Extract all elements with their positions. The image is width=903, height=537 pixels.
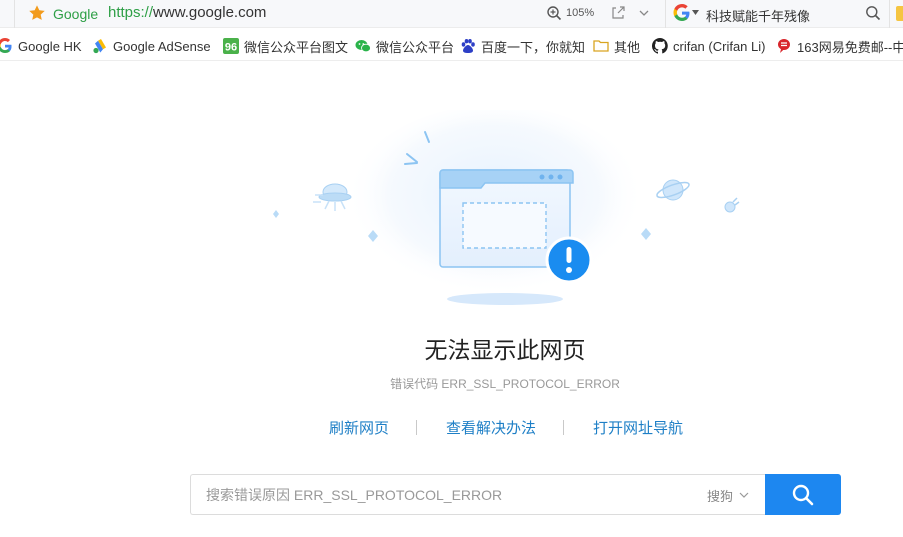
error-illustration bbox=[273, 110, 740, 305]
adsense-icon bbox=[93, 39, 106, 54]
bookmark-label: Google AdSense bbox=[113, 38, 211, 54]
alert-icon bbox=[545, 236, 593, 284]
bookmark-baidu[interactable]: 百度一下，你就知 bbox=[460, 37, 585, 55]
search-box: 搜狗 bbox=[190, 474, 766, 515]
bookmark-folder-other[interactable]: 其他 bbox=[593, 37, 640, 55]
search-icon[interactable] bbox=[865, 5, 881, 21]
folder-icon bbox=[593, 40, 609, 52]
bookmark-github-crifan[interactable]: crifan (Crifan Li) bbox=[652, 37, 765, 55]
search-engine-label: 搜狗 bbox=[707, 489, 734, 504]
divider bbox=[889, 0, 890, 28]
divider bbox=[416, 420, 417, 435]
url-host: www.google.com bbox=[153, 4, 267, 21]
divider bbox=[665, 0, 666, 28]
open-url-navigation-link[interactable]: 打开网址导航 bbox=[593, 417, 683, 438]
error-code: ERR_SSL_PROTOCOL_ERROR bbox=[441, 377, 620, 391]
sparkle-icon bbox=[273, 210, 279, 218]
bookmark-label: 163网易免费邮--中 bbox=[797, 39, 903, 55]
site-name: Google bbox=[53, 6, 99, 22]
wechat-icon bbox=[355, 40, 371, 53]
chevron-down-icon[interactable] bbox=[638, 7, 650, 19]
sparkle-icon bbox=[641, 228, 651, 240]
divider bbox=[14, 0, 15, 28]
plug-icon bbox=[724, 197, 740, 213]
planet-icon bbox=[656, 179, 690, 201]
bookmark-label: 微信公众平台图文 bbox=[244, 39, 349, 55]
zoom-level[interactable]: 105% bbox=[566, 7, 594, 19]
search-input[interactable] bbox=[206, 485, 686, 505]
share-icon[interactable] bbox=[610, 5, 626, 21]
bookmark-label: Google HK bbox=[18, 38, 82, 54]
toolbar-edge-icon[interactable] bbox=[896, 6, 903, 21]
netease-icon bbox=[778, 39, 790, 53]
bookmark-label: crifan (Crifan Li) bbox=[673, 38, 766, 54]
divider bbox=[563, 420, 564, 435]
bookmark-wechat-platform[interactable]: 微信公众平台 bbox=[355, 37, 454, 55]
bookmark-label: 微信公众平台 bbox=[376, 39, 455, 55]
error-search: 搜狗 bbox=[190, 474, 841, 515]
baidu-icon bbox=[461, 39, 475, 53]
bookmark-label: 其他 bbox=[614, 39, 641, 55]
chevron-down-icon bbox=[739, 492, 749, 498]
view-solution-link[interactable]: 查看解决办法 bbox=[446, 417, 536, 438]
url-scheme: https:// bbox=[108, 4, 154, 21]
bookmark-star-icon[interactable] bbox=[28, 4, 46, 22]
error-code-line: 错误代码 ERR_SSL_PROTOCOL_ERROR bbox=[0, 375, 903, 392]
refresh-page-link[interactable]: 刷新网页 bbox=[329, 417, 389, 438]
bookmark-label: 百度一下，你就知 bbox=[481, 39, 586, 55]
bookmarks-bar: Google HK Google AdSense 96 微信公众平台图文 微信公… bbox=[0, 29, 903, 61]
shadow bbox=[447, 293, 563, 305]
bookmark-google-adsense[interactable]: Google AdSense bbox=[92, 37, 211, 55]
search-icon bbox=[792, 484, 814, 505]
google-icon bbox=[0, 38, 12, 53]
bookmark-wechat-article[interactable]: 96 微信公众平台图文 bbox=[223, 37, 348, 55]
zoom-icon[interactable] bbox=[546, 5, 562, 21]
action-links: 刷新网页 查看解决办法 打开网址导航 bbox=[0, 417, 903, 437]
96-icon: 96 bbox=[223, 38, 239, 54]
error-code-label: 错误代码 bbox=[390, 377, 439, 391]
bookmark-163-mail[interactable]: 163网易免费邮--中 bbox=[776, 37, 903, 55]
search-engine-select[interactable]: 搜狗 bbox=[707, 486, 749, 505]
url-field[interactable]: https://www.google.com bbox=[108, 4, 266, 21]
address-bar: Google https://www.google.com 105% 科技赋能千… bbox=[0, 0, 903, 28]
svg-text:96: 96 bbox=[225, 42, 237, 54]
github-icon bbox=[652, 38, 668, 54]
caret-down-icon[interactable] bbox=[692, 10, 699, 16]
google-search-engine-icon[interactable] bbox=[673, 4, 691, 22]
page-title: 无法显示此网页 bbox=[424, 337, 586, 363]
search-button[interactable] bbox=[765, 474, 841, 515]
bookmark-google-hk[interactable]: Google HK bbox=[0, 37, 82, 55]
search-engine-input[interactable]: 科技赋能千年残像 bbox=[706, 6, 810, 25]
